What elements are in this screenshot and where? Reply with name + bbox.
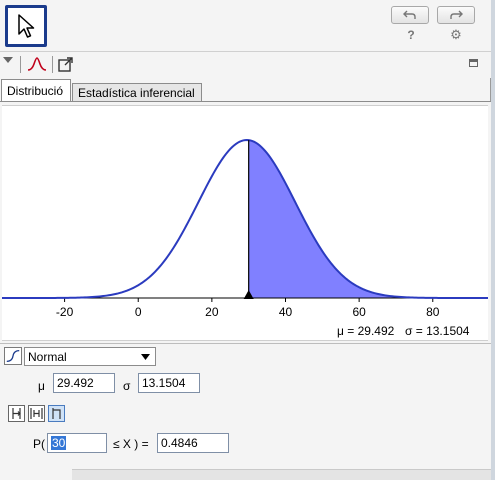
menu-triangle-icon[interactable] [3,57,13,63]
settings-icon[interactable]: ⚙ [449,27,463,42]
undo-button[interactable] [391,6,429,24]
mu-label: μ [38,379,45,393]
probability-result: 0.4846 [157,433,229,453]
dock-icon[interactable] [469,59,478,67]
right-sided-button[interactable] [48,405,65,422]
cumulative-toggle-icon[interactable] [4,347,22,365]
two-sided-icon [30,408,43,419]
content-panel: -20 0 20 40 60 80 μ = 29.492 σ = 13.1504 Norm… [0,101,491,480]
distribution-chart: -20 0 20 40 60 80 [2,138,488,319]
separator [52,56,53,73]
sigma-label: σ [123,379,131,393]
x-tick-label: 20 [205,305,219,319]
divider [0,343,491,344]
probability-calculator-window: ? ⚙ Distribució Estadística inferencial … [0,0,492,480]
tab-inferential-statistics[interactable]: Estadística inferencial [72,83,202,101]
help-icon[interactable]: ? [404,28,418,42]
export-icon[interactable] [58,57,74,72]
x-tick-label: 40 [279,305,293,319]
density-curve [2,138,488,299]
lower-bound-input[interactable]: 30 [47,433,107,453]
probability-middle-label: ≤ X ) = [113,437,149,451]
chevron-down-icon[interactable] [137,348,154,365]
style-bar [0,52,491,78]
lower-bound-value: 30 [51,436,67,450]
x-tick-label: -20 [56,305,74,319]
redo-button[interactable] [437,6,475,24]
left-sided-icon [12,408,21,419]
two-sided-button[interactable] [28,405,45,422]
distribution-plot: -20 0 20 40 60 80 μ = 29.492 σ = 13.1504 [2,105,488,341]
x-tick-label: 60 [352,305,366,319]
left-sided-button[interactable] [8,405,25,422]
mean-readout: μ = 29.492 [337,324,395,338]
mu-input[interactable]: 29.492 [53,373,115,393]
x-tick-label: 80 [426,305,440,319]
tab-bar: Distribució Estadística inferencial [0,79,491,101]
move-tool-icon [18,14,35,38]
separator [20,56,21,73]
redo-icon [450,10,463,19]
shaded-probability-area [248,140,488,298]
toolbar: ? ⚙ [0,0,491,52]
move-tool-button[interactable] [5,5,47,47]
distribution-curve-icon[interactable] [27,56,47,72]
probability-prefix: P( [33,437,45,451]
tab-distribution[interactable]: Distribució [1,79,71,101]
undo-icon [403,10,416,19]
right-sided-icon [52,408,61,419]
window-edge [491,0,495,480]
status-strip [72,469,492,480]
x-tick-label: 0 [135,305,142,319]
sd-readout: σ = 13.1504 [405,324,470,338]
sigma-input[interactable]: 13.1504 [138,373,200,393]
